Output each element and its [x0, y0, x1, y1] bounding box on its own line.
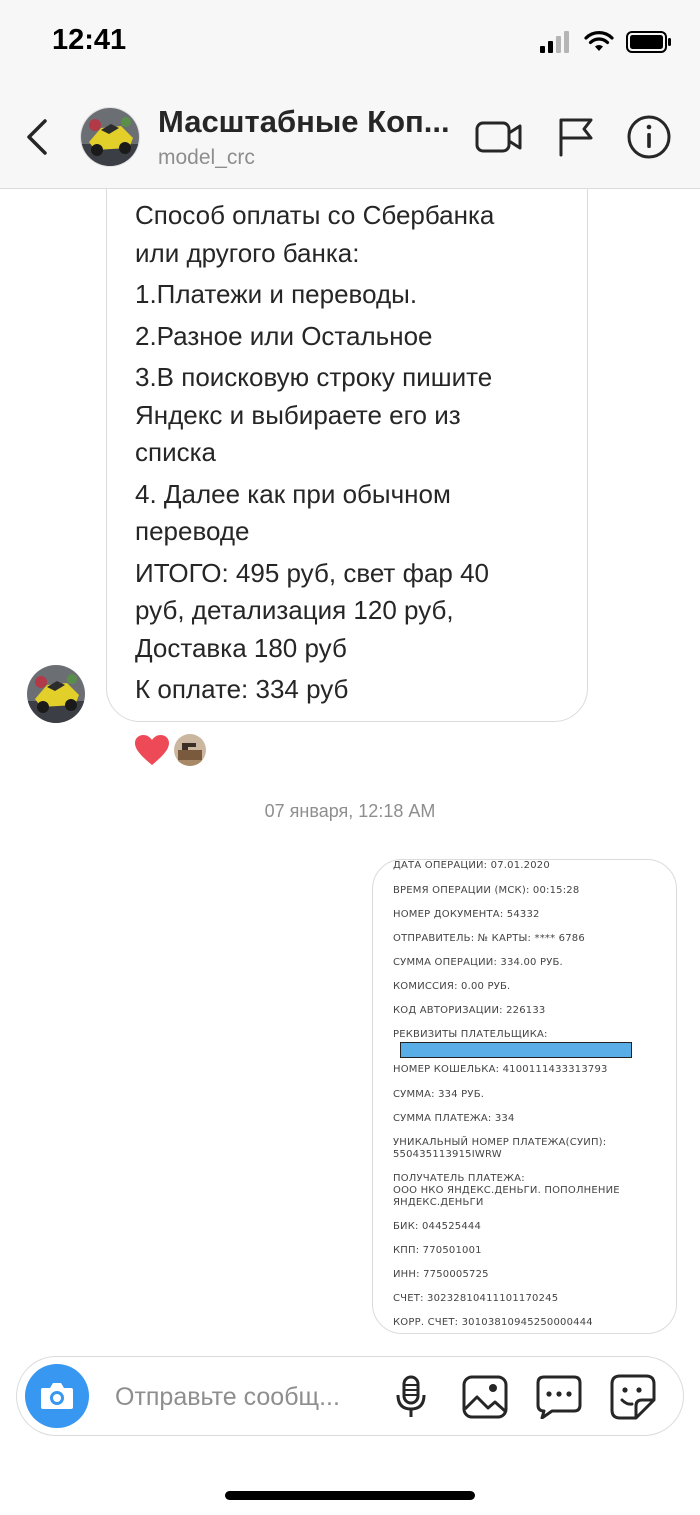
receipt-line: КОРР. СЧЕТ: 30103810945250000444 — [393, 1317, 593, 1328]
info-button[interactable] — [624, 114, 674, 160]
camera-icon — [41, 1383, 73, 1409]
message-line: Способ оплаты со Сбербанка — [135, 200, 495, 230]
receipt-line: ЯНДЕКС.ДЕНЬГИ — [393, 1197, 484, 1208]
receipt-line: ИНН: 7750005725 — [393, 1269, 489, 1280]
flag-icon — [559, 118, 593, 157]
chat-username[interactable]: model_crc — [158, 146, 255, 170]
camera-button[interactable] — [25, 1364, 89, 1428]
receipt-line: КПП: 770501001 — [393, 1245, 482, 1256]
message-line: 4. Далее как при обычном — [135, 478, 451, 509]
receipt-line: СУММА ПЛАТЕЖА: 334 — [393, 1113, 515, 1124]
reactor-avatar[interactable] — [174, 734, 206, 766]
heart-icon — [135, 735, 169, 765]
receipt-line: НОМЕР ДОКУМЕНТА: 54332 — [393, 909, 540, 920]
model-car-thumbnail-icon — [27, 665, 85, 723]
message-input[interactable] — [113, 1375, 379, 1419]
battery-icon — [626, 31, 671, 53]
sticker-icon — [610, 1374, 656, 1420]
sender-avatar[interactable] — [27, 665, 85, 723]
message-line: Яндекс и выбираете его из — [135, 399, 461, 430]
message-line: ИТОГО: 495 руб, свет фар 40 — [135, 557, 490, 588]
message-line: К оплате: 334 руб — [135, 674, 349, 704]
receipt-line: ОТПРАВИТЕЛЬ: № КАРТЫ: **** 6786 — [393, 933, 585, 944]
home-indicator[interactable] — [225, 1491, 475, 1500]
message-reactions[interactable] — [134, 732, 206, 768]
report-button[interactable] — [551, 114, 601, 160]
message-timestamp: 07 января, 12:18 AM — [264, 801, 436, 821]
more-options-button[interactable] — [534, 1372, 584, 1422]
sewing-machine-photo-icon — [174, 734, 206, 766]
status-icons — [540, 30, 672, 54]
chat-header: Масштабные Коп... model_crc — [0, 90, 700, 189]
image-icon — [462, 1375, 508, 1419]
receipt-line: ООО НКО ЯНДЕКС.ДЕНЬГИ. ПОПОЛНЕНИЕ — [393, 1185, 620, 1196]
wifi-icon — [584, 31, 614, 51]
receipt-line: ДАТА ОПЕРАЦИИ: 07.01.2020 — [393, 860, 550, 871]
receipt-line: ВРЕМЯ ОПЕРАЦИИ (МСК): 00:15:28 — [393, 885, 580, 896]
receipt-line: 550435113915IWRW — [393, 1149, 502, 1160]
microphone-icon — [396, 1375, 426, 1417]
message-line: Доставка 180 руб — [135, 632, 347, 663]
receipt-line: КОД АВТОРИЗАЦИИ: 226133 — [393, 1005, 546, 1016]
profile-avatar[interactable] — [80, 107, 140, 167]
message-line: списка — [135, 437, 217, 467]
chat-bubble-more-icon — [536, 1375, 582, 1419]
message-line: 2.Разное или Остальное — [135, 320, 433, 351]
video-call-button[interactable] — [474, 114, 524, 160]
receipt-line: СУММА: 334 РУБ. — [393, 1089, 485, 1100]
chat-title[interactable]: Масштабные Коп... — [158, 104, 458, 140]
receipt-line: СУММА ОПЕРАЦИИ: 334.00 РУБ. — [393, 957, 563, 968]
message-thread[interactable]: Способ оплаты со Сбербанка или другого б… — [0, 189, 700, 1349]
message-composer — [16, 1356, 684, 1436]
message-text: Способ оплаты со Сбербанка или другого б… — [135, 197, 575, 709]
receipt-line: УНИКАЛЬНЫЙ НОМЕР ПЛАТЕЖА(СУИП): — [393, 1137, 607, 1148]
signal-icon — [540, 31, 569, 53]
model-car-thumbnail-icon — [81, 108, 139, 166]
gallery-button[interactable] — [460, 1372, 510, 1422]
receipt-line: КОМИССИЯ: 0.00 РУБ. — [393, 981, 511, 992]
message-line: руб, детализация 120 руб, — [135, 595, 454, 625]
message-line: переводе — [135, 516, 250, 546]
sticker-button[interactable] — [608, 1372, 658, 1422]
receipt-line: ПОЛУЧАТЕЛЬ ПЛАТЕЖА: — [393, 1173, 525, 1184]
voice-message-button[interactable] — [386, 1372, 436, 1422]
chevron-left-icon — [27, 119, 47, 155]
receipt-line: РЕКВИЗИТЫ ПЛАТЕЛЬЩИКА: — [393, 1029, 548, 1040]
receipt-line: БИК: 044525444 — [393, 1221, 482, 1232]
payment-receipt-image[interactable]: ДАТА ОПЕРАЦИИ: 07.01.2020 ВРЕМЯ ОПЕРАЦИИ… — [372, 859, 677, 1334]
status-time: 12:41 — [52, 24, 127, 56]
message-line: 3.В поисковую строку пишите — [135, 362, 493, 392]
video-camera-icon — [475, 121, 522, 153]
receipt-line: СЧЕТ: 30232810411101170245 — [393, 1293, 559, 1304]
back-button[interactable] — [18, 114, 54, 160]
message-line: или другого банка: — [135, 237, 360, 268]
status-bar: 12:41 — [0, 0, 700, 90]
message-line: 1.Платежи и переводы. — [135, 279, 418, 309]
redacted-field — [400, 1042, 632, 1058]
info-icon — [627, 115, 671, 159]
receipt-line: НОМЕР КОШЕЛЬКА: 4100111433313793 — [393, 1064, 608, 1075]
